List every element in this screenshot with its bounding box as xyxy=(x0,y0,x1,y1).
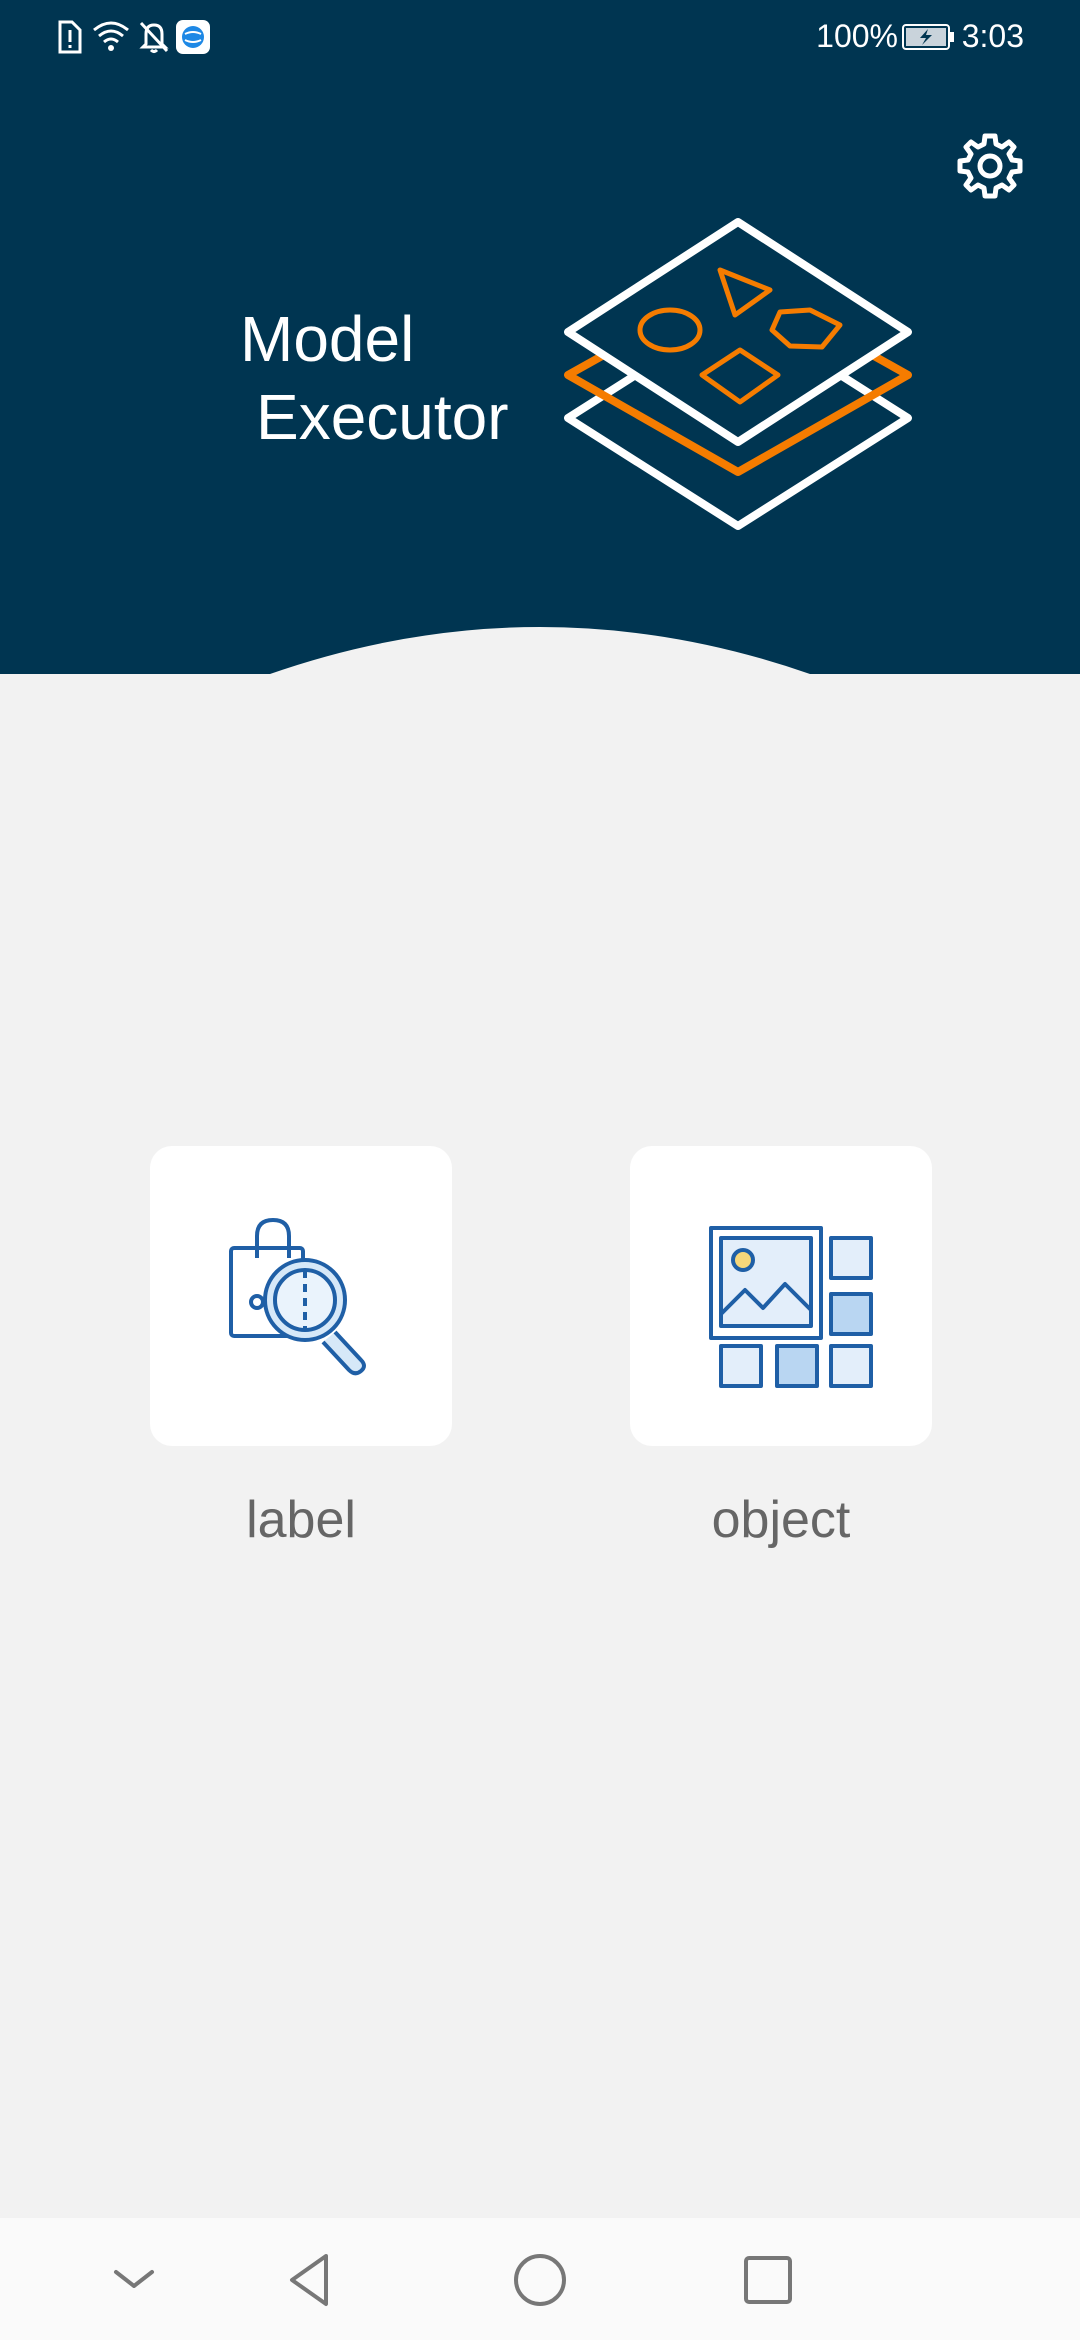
feature-label-card[interactable] xyxy=(150,1146,452,1446)
feature-label-text: label xyxy=(246,1491,356,1549)
app-title: Model Executor xyxy=(240,300,509,456)
feature-object-card[interactable] xyxy=(630,1146,932,1446)
system-nav-bar xyxy=(0,2218,1080,2340)
sim-alert-icon xyxy=(58,20,82,54)
app-title-line2: Executor xyxy=(256,381,509,453)
wifi-icon xyxy=(93,21,129,51)
collapse-chevron-icon[interactable] xyxy=(102,2248,166,2312)
header-curve xyxy=(0,600,1080,674)
image-grid-icon xyxy=(709,1226,873,1388)
app-screen: 100% 3:03 Model Executor label object xyxy=(0,0,1080,2340)
tag-magnifier-icon xyxy=(229,1218,366,1376)
recents-square-icon[interactable] xyxy=(736,2248,800,2312)
app-title-line1: Model xyxy=(240,303,415,375)
bell-muted-icon xyxy=(139,21,169,53)
home-circle-icon[interactable] xyxy=(508,2248,572,2312)
clock: 3:03 xyxy=(961,18,1024,54)
stacked-layers-shapes-icon xyxy=(564,218,912,530)
gear-icon[interactable] xyxy=(956,132,1024,200)
back-triangle-icon[interactable] xyxy=(278,2248,342,2312)
battery-percent: 100% xyxy=(816,18,898,54)
feature-object-text: object xyxy=(711,1491,851,1549)
status-bar: 100% 3:03 xyxy=(0,0,1080,76)
feature-label[interactable]: label xyxy=(150,1146,452,1550)
feature-object[interactable]: object xyxy=(630,1146,932,1550)
browser-app-icon xyxy=(176,20,210,54)
battery-charging-icon xyxy=(902,24,954,50)
